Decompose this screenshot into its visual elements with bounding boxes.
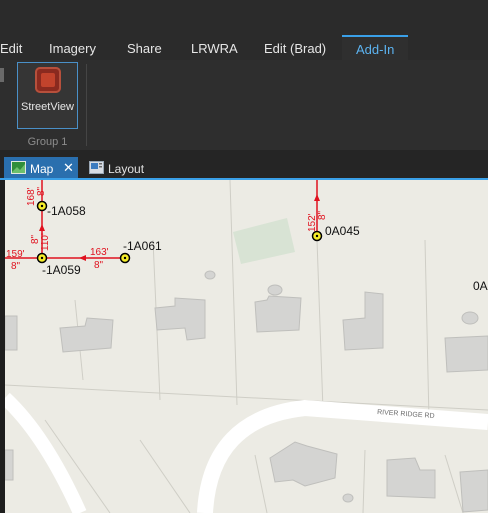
manhole-label: -1A061 [123,239,162,253]
pipe-length-label: 159' [6,249,25,260]
pipe-length-label: 163' [90,247,109,258]
pipe-diameter-label: 8" [11,261,21,272]
map-canvas[interactable]: RIVER RIDGE RD -1A058 -1A059 -1A061 0A04… [5,180,488,513]
map-view[interactable]: RIVER RIDGE RD -1A058 -1A059 -1A061 0A04… [5,180,488,513]
map-icon [11,161,26,174]
road-segment-west [5,392,87,513]
pipe-diameter-label: 8" [30,234,41,244]
document-tab-strip: Map ✕ Layout [0,150,488,180]
tab-edit-brad[interactable]: Edit (Brad) [264,41,326,56]
manhole-label: -1A059 [42,263,81,277]
tab-layout[interactable]: Layout [82,157,172,180]
tab-layout-label: Layout [108,162,145,176]
ribbon-grip-handle[interactable] [0,68,4,82]
tab-edit[interactable]: Edit [0,41,22,56]
tab-map[interactable]: Map ✕ [4,157,78,180]
pipe-diameter-label: 8" [317,210,328,220]
green-space [233,218,295,264]
manhole-label: 0A045 [325,224,360,238]
streetview-label: StreetView [21,101,74,113]
manhole-1a058[interactable] [36,200,48,212]
group-divider [86,64,87,146]
pipe-length-label: 110' [40,233,51,251]
buildings [5,270,488,513]
ribbon-tab-strip: Edit Imagery Share LRWRA Edit (Brad) Add… [0,0,488,67]
tab-lrwra[interactable]: LRWRA [191,41,238,56]
tab-map-label: Map [30,162,54,176]
layout-icon [89,161,104,174]
group-label: Group 1 [27,136,68,148]
manhole-1a061[interactable] [119,252,131,264]
pipe-diameter-label: 8" [36,186,47,196]
pipe-diameter-label: 8" [94,260,104,271]
close-icon[interactable]: ✕ [63,160,74,176]
tab-share[interactable]: Share [127,41,162,56]
manhole-label: 0A [473,279,488,293]
tab-imagery[interactable]: Imagery [49,41,96,56]
manhole-1a059[interactable] [36,252,48,264]
manhole-label: -1A058 [47,204,86,218]
streetview-icon [35,67,61,93]
streetview-button[interactable]: StreetView [17,62,78,129]
